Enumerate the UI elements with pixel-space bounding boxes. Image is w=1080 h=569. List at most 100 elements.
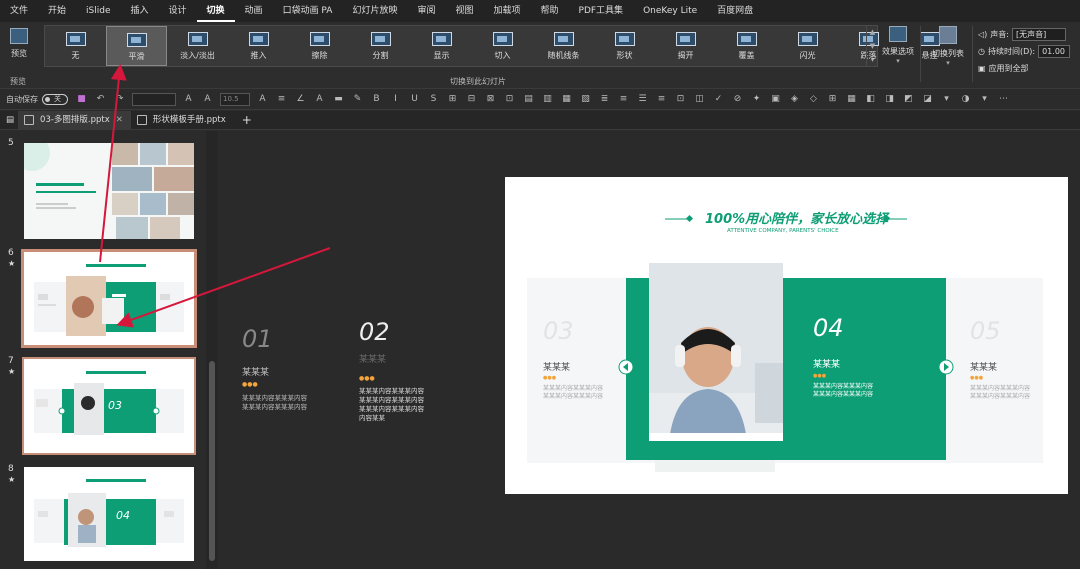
format-tool-icon[interactable]: ☰ bbox=[636, 93, 649, 106]
transition-option[interactable]: 无 bbox=[45, 26, 106, 66]
format-tool-icon[interactable]: ◩ bbox=[902, 93, 915, 106]
transition-option[interactable]: 切入 bbox=[472, 26, 533, 66]
format-tool-icon[interactable]: U bbox=[408, 93, 421, 106]
transition-option[interactable]: 淡入/淡出 bbox=[167, 26, 228, 66]
switch-list-button[interactable]: 切换列表 ▾ bbox=[926, 26, 970, 67]
menu-item[interactable]: 插入 bbox=[121, 0, 159, 22]
format-tool-icon[interactable]: ✦ bbox=[750, 93, 763, 106]
font-shrink-icon[interactable]: A bbox=[201, 93, 214, 106]
card-text-03[interactable]: 某某某内容某某某内容 某某某内容某某某内容 bbox=[543, 385, 603, 401]
transition-option[interactable]: 平滑 bbox=[106, 26, 167, 66]
format-tool-icon[interactable]: ▧ bbox=[579, 93, 592, 106]
card-text-05[interactable]: 某某某内容某某某内容 某某某内容某某某内容 bbox=[970, 385, 1030, 401]
format-tool-icon[interactable]: ▬ bbox=[332, 93, 345, 106]
save-icon[interactable]: ■ bbox=[75, 93, 88, 106]
format-tool-icon[interactable]: ⊠ bbox=[484, 93, 497, 106]
format-tool-icon[interactable]: ⊞ bbox=[446, 93, 459, 106]
format-tool-icon[interactable]: ⊡ bbox=[674, 93, 687, 106]
tab-03[interactable]: 03-多图排版.pptx ✕ bbox=[18, 110, 131, 130]
format-tool-icon[interactable]: ◪ bbox=[921, 93, 934, 106]
menu-item[interactable]: OneKey Lite bbox=[633, 0, 707, 22]
effect-options-button[interactable]: 效果选项 ▾ bbox=[880, 26, 916, 65]
menu-item[interactable]: PDF工具集 bbox=[569, 0, 634, 22]
format-tool-icon[interactable]: ≡ bbox=[655, 93, 668, 106]
current-slide[interactable]: 100%用心陪伴，家长放心选择 ATTENTIVE COMPANY, PAREN… bbox=[505, 177, 1068, 494]
card-text-04[interactable]: 某某某内容某某某内容 某某某内容某某某内容 bbox=[813, 383, 873, 399]
transition-option[interactable]: 随机线条 bbox=[533, 26, 594, 66]
format-tool-icon[interactable]: B bbox=[370, 93, 383, 106]
format-tool-icon[interactable]: ⋯ bbox=[997, 93, 1010, 106]
format-tool-icon[interactable]: ⊘ bbox=[731, 93, 744, 106]
slide-thumb-6[interactable] bbox=[21, 249, 197, 348]
format-tool-icon[interactable]: A bbox=[256, 93, 269, 106]
apply-all-button[interactable]: ▣ 应用到全部 bbox=[978, 60, 1078, 76]
format-tool-icon[interactable]: ⊡ bbox=[503, 93, 516, 106]
menu-item[interactable]: 切换 bbox=[196, 0, 235, 22]
format-tool-icon[interactable]: ◨ bbox=[883, 93, 896, 106]
format-tool-icon[interactable]: ≣ bbox=[598, 93, 611, 106]
menu-item[interactable]: 口袋动画 PA bbox=[273, 0, 343, 22]
thumbnail-scrollbar[interactable] bbox=[206, 131, 218, 569]
format-tool-icon[interactable]: ◫ bbox=[693, 93, 706, 106]
format-tool-icon[interactable]: ◇ bbox=[807, 93, 820, 106]
format-tool-icon[interactable]: ◧ bbox=[864, 93, 877, 106]
menu-item[interactable]: 视图 bbox=[445, 0, 483, 22]
font-name-box[interactable] bbox=[132, 93, 176, 106]
format-tool-icon[interactable]: ▦ bbox=[845, 93, 858, 106]
transition-option[interactable]: 形状 bbox=[594, 26, 655, 66]
menu-item[interactable]: 加载项 bbox=[483, 0, 530, 22]
format-tool-icon[interactable]: S bbox=[427, 93, 440, 106]
overflow-text-01[interactable]: 某某某内容某某某内容 某某某内容某某某内容 bbox=[242, 394, 307, 412]
menu-item[interactable]: 开始 bbox=[38, 0, 76, 22]
undo-icon[interactable]: ↶ bbox=[94, 93, 107, 106]
tab-shape-manual[interactable]: 形状模板手册.pptx bbox=[131, 111, 234, 130]
format-tool-icon[interactable]: ≡ bbox=[617, 93, 630, 106]
transition-option[interactable]: 分割 bbox=[350, 26, 411, 66]
format-tool-icon[interactable]: ▾ bbox=[940, 93, 953, 106]
transition-option[interactable]: 揭开 bbox=[655, 26, 716, 66]
transition-option[interactable]: 显示 bbox=[411, 26, 472, 66]
slide-subtitle[interactable]: ATTENTIVE COMPANY, PARENTS' CHOICE bbox=[727, 228, 839, 234]
transition-option[interactable]: 推入 bbox=[228, 26, 289, 66]
transition-option[interactable]: 擦除 bbox=[289, 26, 350, 66]
duration-input[interactable]: 01.00 bbox=[1038, 44, 1071, 58]
format-tool-icon[interactable]: ◑ bbox=[959, 93, 972, 106]
format-tool-icon[interactable]: ⊟ bbox=[465, 93, 478, 106]
new-tab-icon[interactable]: + bbox=[234, 113, 260, 127]
font-grow-icon[interactable]: A bbox=[182, 93, 195, 106]
scroll-thumb[interactable] bbox=[209, 361, 215, 561]
gallery-scroll[interactable]: ▲ ▼ ▾ bbox=[866, 25, 878, 67]
preview-button[interactable]: 预览 bbox=[4, 28, 34, 59]
menu-item[interactable]: 动画 bbox=[235, 0, 273, 22]
slide-thumb-7[interactable]: 03 bbox=[22, 357, 196, 455]
sound-select[interactable]: [无声音] bbox=[1011, 27, 1066, 41]
format-tool-icon[interactable]: ▣ bbox=[769, 93, 782, 106]
format-tool-icon[interactable]: ≡ bbox=[275, 93, 288, 106]
format-tool-icon[interactable]: ▤ bbox=[522, 93, 535, 106]
menu-item[interactable]: 幻灯片放映 bbox=[342, 0, 407, 22]
slide-thumb-5[interactable] bbox=[24, 143, 194, 239]
slide-thumb-8[interactable]: 04 bbox=[24, 467, 194, 561]
overflow-text-02[interactable]: 某某某内容某某某内容 某某某内容某某某内容 某某某内容某某某内容 内容某某 bbox=[359, 387, 424, 423]
format-tool-icon[interactable]: ∠ bbox=[294, 93, 307, 106]
menu-item[interactable]: 百度网盘 bbox=[707, 0, 763, 22]
format-tool-icon[interactable]: ⊞ bbox=[826, 93, 839, 106]
redo-icon[interactable]: ↷ bbox=[113, 93, 126, 106]
menu-item[interactable]: 帮助 bbox=[531, 0, 569, 22]
format-tool-icon[interactable]: ✎ bbox=[351, 93, 364, 106]
transition-option[interactable]: 覆盖 bbox=[716, 26, 777, 66]
font-size-box[interactable]: 10.5 bbox=[220, 93, 250, 106]
format-tool-icon[interactable]: ▥ bbox=[541, 93, 554, 106]
format-tool-icon[interactable]: A bbox=[313, 93, 326, 106]
menu-item[interactable]: 审阅 bbox=[407, 0, 445, 22]
menu-item[interactable]: 设计 bbox=[159, 0, 197, 22]
transition-option[interactable]: 闪光 bbox=[777, 26, 838, 66]
menu-item[interactable]: iSlide bbox=[76, 0, 120, 22]
autosave-toggle[interactable]: 关 bbox=[42, 94, 68, 105]
menu-item[interactable]: 文件 bbox=[0, 0, 38, 22]
format-tool-icon[interactable]: ▾ bbox=[978, 93, 991, 106]
doc-menu-icon[interactable]: ▤ bbox=[0, 115, 18, 125]
format-tool-icon[interactable]: ✓ bbox=[712, 93, 725, 106]
format-tool-icon[interactable]: ▦ bbox=[560, 93, 573, 106]
close-icon[interactable]: ✕ bbox=[116, 111, 123, 130]
